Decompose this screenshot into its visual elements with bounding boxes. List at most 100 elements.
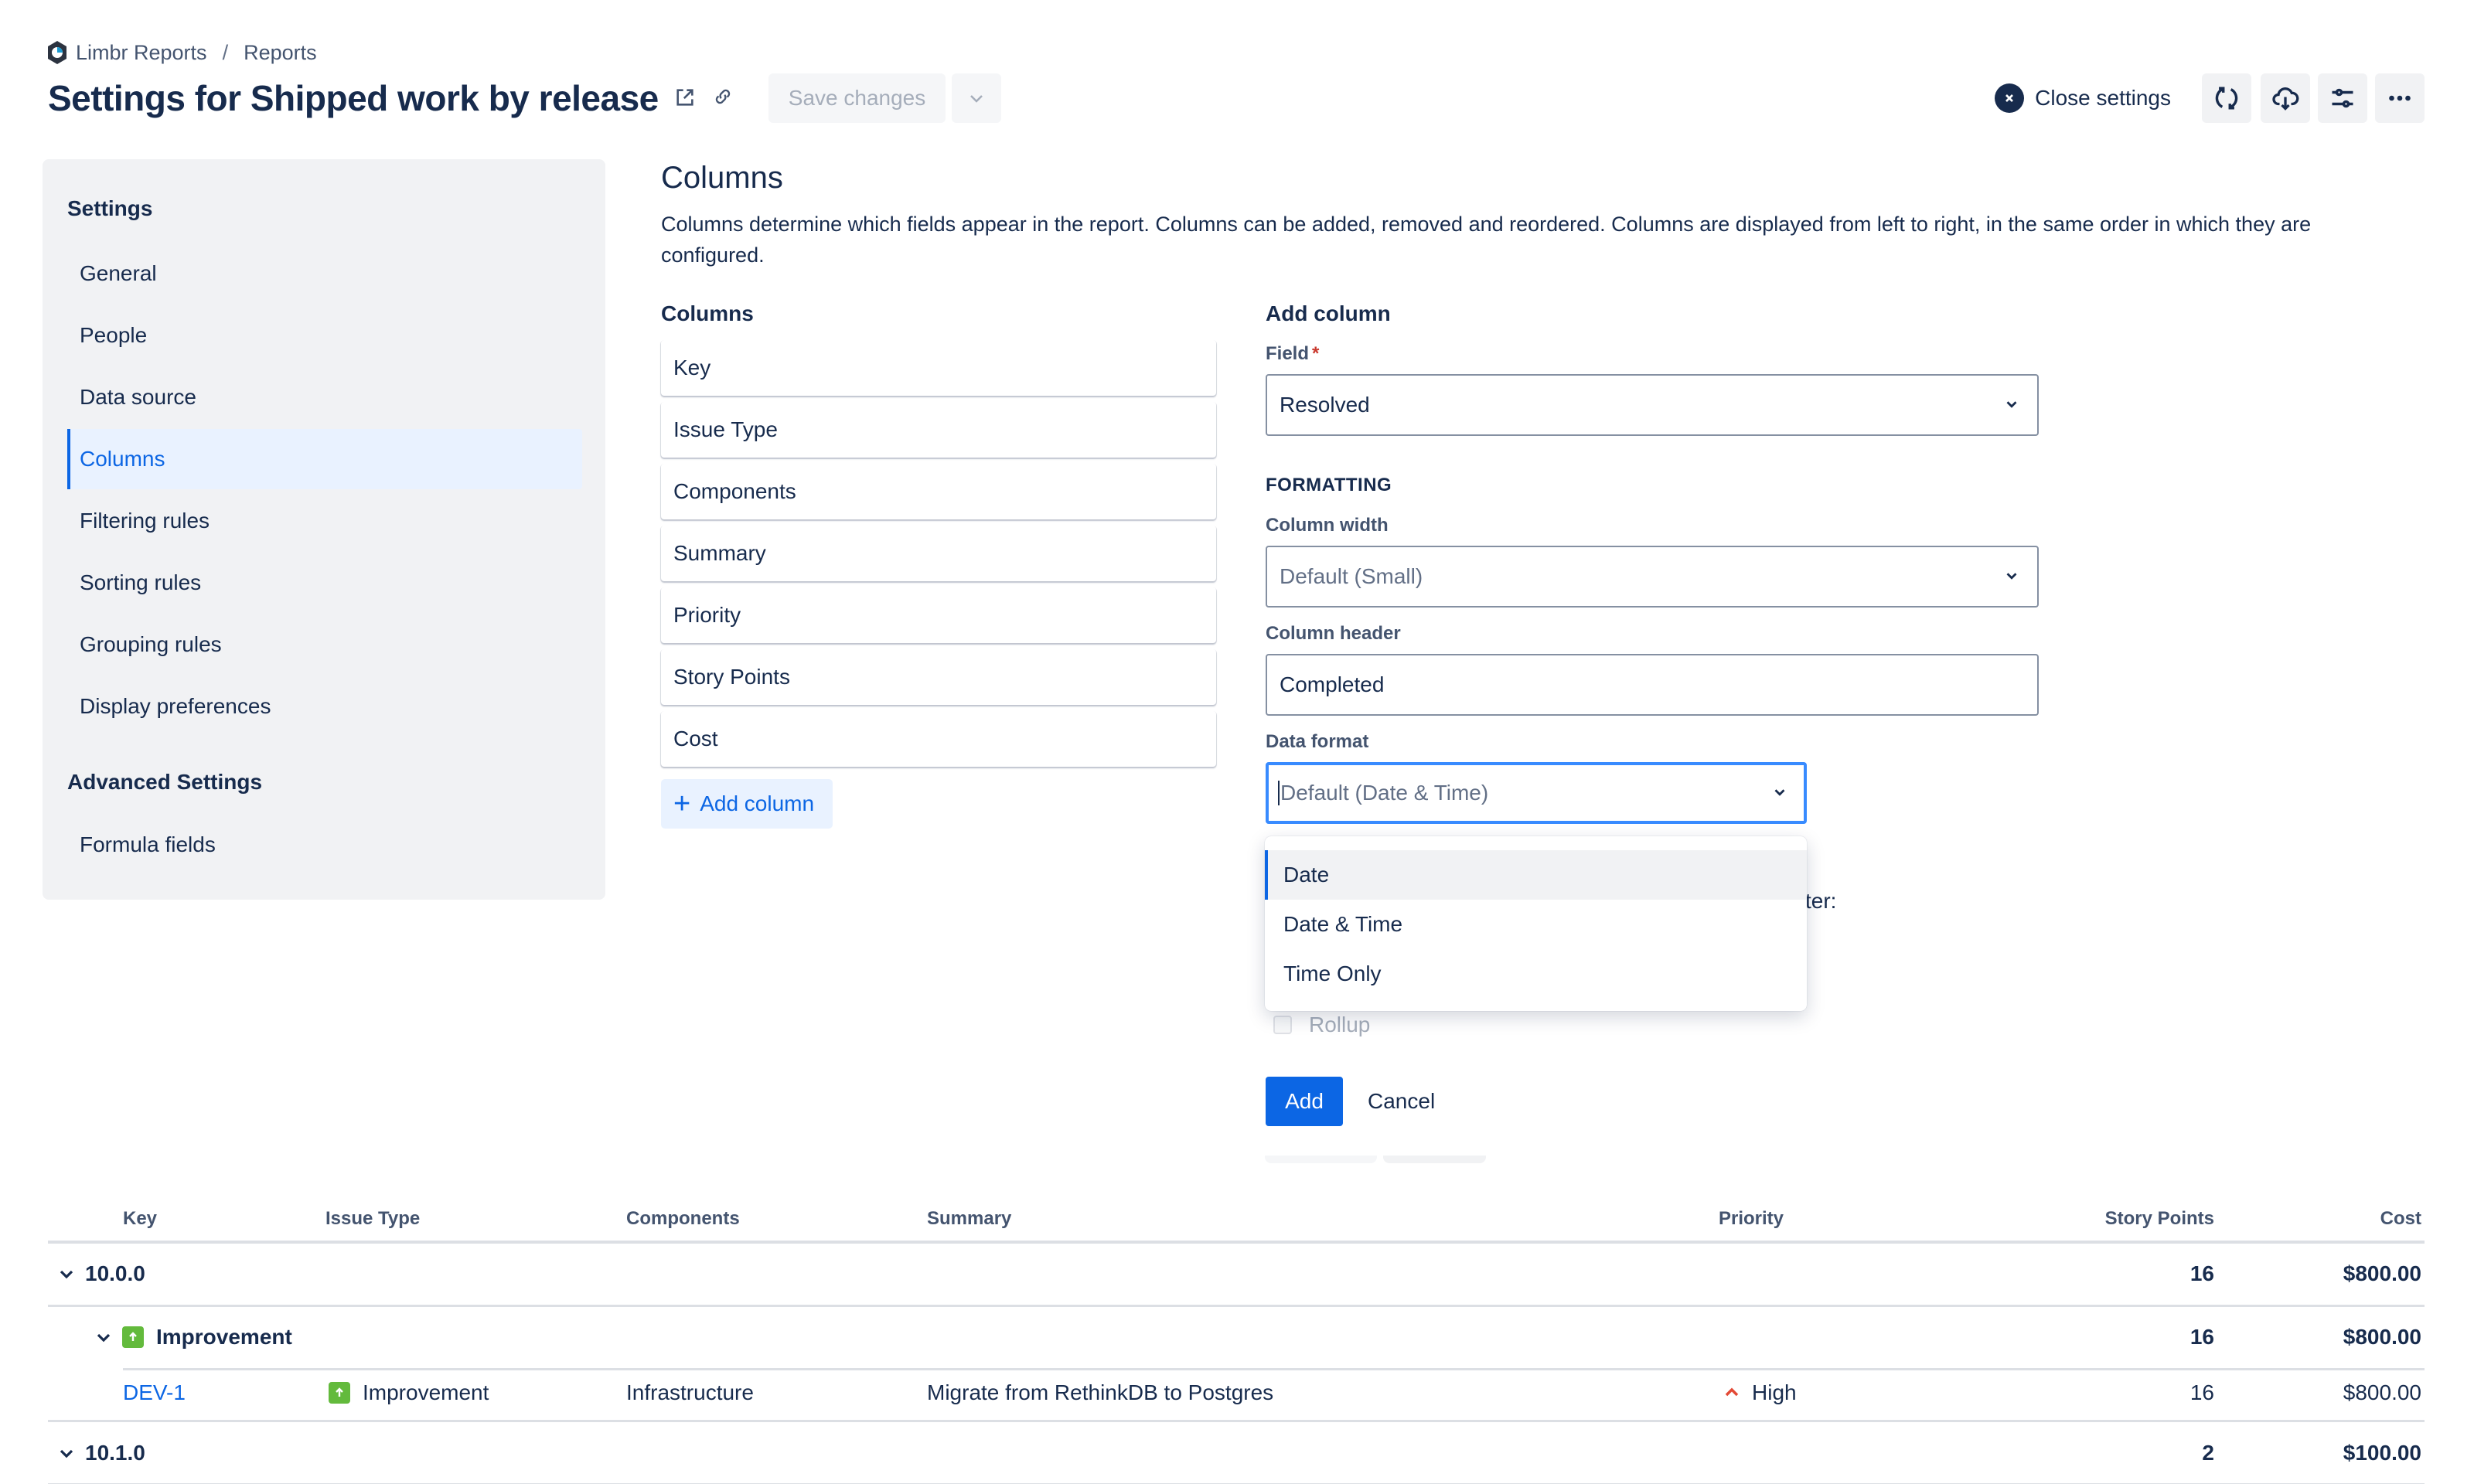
- rollup-checkbox[interactable]: [1273, 1016, 1292, 1034]
- group-story-points: 2: [2202, 1441, 2214, 1465]
- column-item-summary[interactable]: Summary: [661, 526, 1216, 581]
- close-settings-button[interactable]: Close settings: [1995, 83, 2171, 113]
- placeholder-shape: [1265, 1156, 1377, 1163]
- chevron-down-icon: [2006, 401, 2017, 408]
- link-icon[interactable]: [713, 87, 736, 110]
- group-cost: $800.00: [2343, 1261, 2421, 1285]
- external-link-icon[interactable]: [674, 87, 697, 110]
- close-settings-label: Close settings: [2035, 86, 2171, 110]
- placeholder-shape: [1383, 1156, 1486, 1163]
- data-format-option-time-only[interactable]: Time Only: [1265, 949, 1807, 999]
- row-divider: [48, 1305, 2425, 1307]
- column-item-cost[interactable]: Cost: [661, 711, 1216, 767]
- table-header-priority[interactable]: Priority: [1719, 1208, 1784, 1230]
- text-cursor: [1278, 781, 1280, 805]
- title-row: Settings for Shipped work by release Sav…: [48, 73, 1002, 124]
- column-header-input[interactable]: Completed: [1266, 654, 2039, 716]
- table-header-key[interactable]: Key: [123, 1208, 157, 1230]
- column-width-select[interactable]: Default (Small): [1266, 546, 2039, 608]
- subgroup-label: Improvement: [156, 1325, 292, 1349]
- settings-sidebar: Settings General People Data source Colu…: [43, 159, 605, 900]
- breadcrumb-app-link[interactable]: Limbr Reports: [76, 41, 207, 65]
- table-header-issue-type[interactable]: Issue Type: [325, 1208, 420, 1230]
- sidebar-item-display-preferences[interactable]: Display preferences: [67, 676, 582, 737]
- sidebar-heading: Settings: [67, 196, 153, 220]
- sidebar-item-people[interactable]: People: [67, 305, 582, 366]
- column-header-label: Column header: [1266, 623, 1401, 644]
- data-format-option-date-time[interactable]: Date & Time: [1265, 900, 1807, 949]
- column-width-label: Column width: [1266, 515, 1389, 536]
- chevron-down-icon: [2006, 573, 2017, 580]
- sidebar-item-grouping-rules[interactable]: Grouping rules: [67, 614, 582, 675]
- group-row-toggle[interactable]: 10.1.0: [57, 1434, 145, 1472]
- section-title: Columns: [661, 161, 783, 195]
- issue-type-cell: Improvement: [329, 1373, 489, 1412]
- data-format-option-date[interactable]: Date: [1265, 850, 1807, 900]
- chevron-down-icon: [60, 1449, 73, 1458]
- subgroup-story-points: 16: [2189, 1325, 2214, 1349]
- sidebar-item-columns[interactable]: Columns: [67, 429, 582, 489]
- more-button[interactable]: [2375, 73, 2425, 123]
- components-cell: Infrastructure: [626, 1380, 754, 1404]
- field-select-value: Resolved: [1280, 393, 1370, 417]
- row-divider: [123, 1368, 2425, 1370]
- cost-cell: $800.00: [2343, 1380, 2421, 1404]
- breadcrumb-reports-link[interactable]: Reports: [244, 41, 317, 65]
- group-row-toggle[interactable]: 10.0.0: [57, 1254, 145, 1293]
- issue-key-link[interactable]: DEV-1: [123, 1373, 186, 1412]
- limbr-logo-icon: [48, 41, 66, 64]
- column-item-priority[interactable]: Priority: [661, 587, 1216, 643]
- sidebar-item-sorting-rules[interactable]: Sorting rules: [67, 553, 582, 613]
- column-item-story-points[interactable]: Story Points: [661, 649, 1216, 705]
- priority-cell: High: [1723, 1373, 1797, 1412]
- table-header-components[interactable]: Components: [626, 1208, 740, 1230]
- column-item-key[interactable]: Key: [661, 340, 1216, 396]
- rollup-label: Rollup: [1309, 1013, 1371, 1036]
- breadcrumb-separator: /: [222, 40, 229, 64]
- header-actions: Close settings: [1995, 73, 2425, 124]
- improvement-icon: [329, 1382, 350, 1404]
- filters-button[interactable]: [2318, 73, 2367, 123]
- close-icon: [1995, 83, 2025, 113]
- chevron-down-icon: [1774, 789, 1785, 796]
- sidebar-item-general[interactable]: General: [67, 243, 582, 304]
- data-format-dropdown: Date Date & Time Time Only: [1265, 836, 1807, 1011]
- field-select[interactable]: Resolved: [1266, 374, 2039, 436]
- subgroup-row-toggle[interactable]: Improvement: [94, 1318, 292, 1356]
- improvement-icon: [122, 1326, 144, 1348]
- chevron-down-icon: [970, 95, 983, 103]
- chevron-down-icon: [97, 1333, 111, 1343]
- priority-high-icon: [1725, 1387, 1739, 1397]
- breadcrumb: Limbr Reports / Reports: [46, 40, 317, 65]
- priority-value: High: [1752, 1380, 1797, 1404]
- export-button[interactable]: [2261, 73, 2310, 123]
- group-label: 10.1.0: [85, 1441, 145, 1465]
- subgroup-cost: $800.00: [2343, 1325, 2421, 1349]
- field-label: Field *: [1266, 343, 1319, 365]
- data-format-select[interactable]: Default (Date & Time): [1266, 762, 1807, 824]
- sidebar-item-formula-fields[interactable]: Formula fields: [67, 815, 582, 875]
- table-header-summary[interactable]: Summary: [927, 1208, 1011, 1230]
- add-button[interactable]: Add: [1266, 1077, 1343, 1126]
- more-icon: [2389, 95, 2411, 101]
- save-options-button[interactable]: [952, 73, 1002, 123]
- sidebar-item-filtering-rules[interactable]: Filtering rules: [67, 491, 582, 551]
- row-divider: [48, 1420, 2425, 1422]
- table-header-story-points[interactable]: Story Points: [2105, 1208, 2214, 1230]
- column-item-issue-type[interactable]: Issue Type: [661, 402, 1216, 458]
- sidebar-item-data-source[interactable]: Data source: [67, 367, 582, 427]
- refresh-icon: [2215, 87, 2238, 110]
- add-column-button[interactable]: + Add column: [661, 779, 833, 829]
- column-item-components[interactable]: Components: [661, 464, 1216, 519]
- group-story-points: 16: [2189, 1261, 2214, 1285]
- table-header-cost[interactable]: Cost: [2380, 1208, 2421, 1230]
- sidebar-advanced-heading: Advanced Settings: [67, 770, 263, 794]
- header-divider: [48, 1241, 2425, 1244]
- obscured-label-text: ter:: [1805, 889, 1837, 913]
- cancel-button[interactable]: Cancel: [1358, 1077, 1444, 1126]
- refresh-button[interactable]: [2202, 73, 2251, 123]
- data-format-placeholder: Default (Date & Time): [1280, 781, 1489, 805]
- group-label: 10.0.0: [85, 1261, 145, 1285]
- save-changes-button[interactable]: Save changes: [768, 73, 946, 123]
- data-format-label: Data format: [1266, 731, 1369, 752]
